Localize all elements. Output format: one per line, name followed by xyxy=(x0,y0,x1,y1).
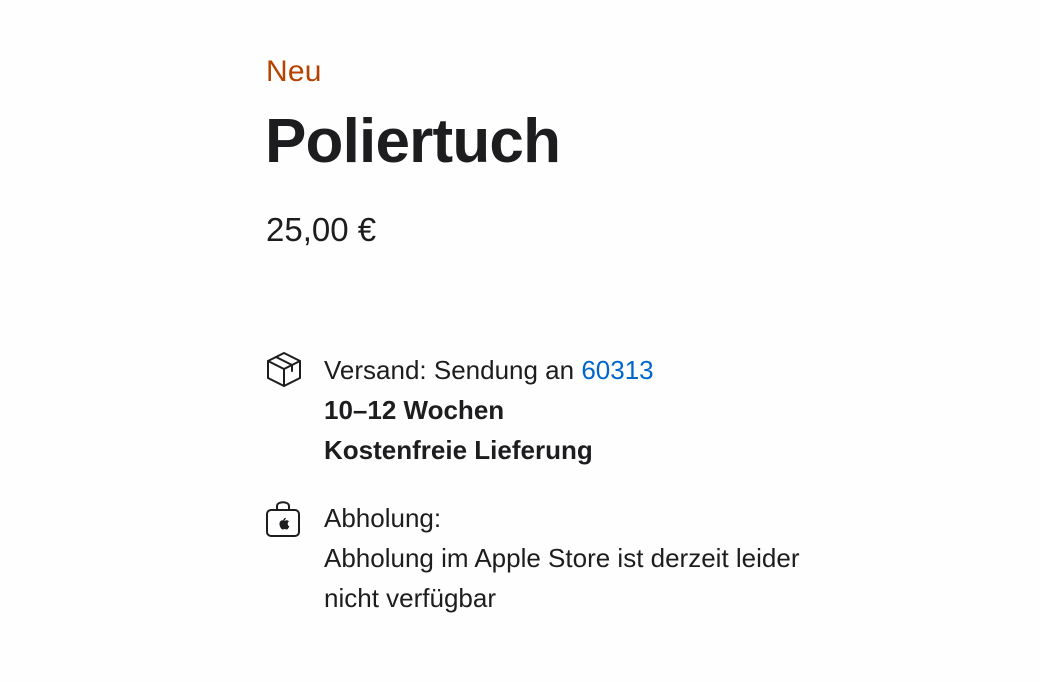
shipping-label-line: Versand: Sendung an 60313 xyxy=(324,350,904,390)
package-icon xyxy=(265,350,303,390)
product-title: Poliertuch xyxy=(265,107,561,176)
new-badge: Neu xyxy=(266,55,322,88)
shipping-duration: 10–12 Wochen xyxy=(324,395,505,425)
pickup-text: Abholung: Abholung im Apple Store ist de… xyxy=(324,498,904,618)
postal-code-link[interactable]: 60313 xyxy=(581,355,653,385)
shipping-cost: Kostenfreie Lieferung xyxy=(324,435,593,465)
product-purchase-panel: Neu Poliertuch 25,00 € Versand: Sendung … xyxy=(0,0,1040,682)
shipping-label: Versand: Sendung an xyxy=(324,355,575,385)
pickup-message-line2: nicht verfügbar xyxy=(324,583,496,613)
shopping-bag-apple-icon xyxy=(265,498,303,538)
shipping-text: Versand: Sendung an 60313 10–12 Wochen K… xyxy=(324,350,904,470)
pickup-label: Abholung: xyxy=(324,503,442,533)
product-price: 25,00 € xyxy=(266,211,377,248)
pickup-message-line1: Abholung im Apple Store ist derzeit leid… xyxy=(324,543,800,573)
